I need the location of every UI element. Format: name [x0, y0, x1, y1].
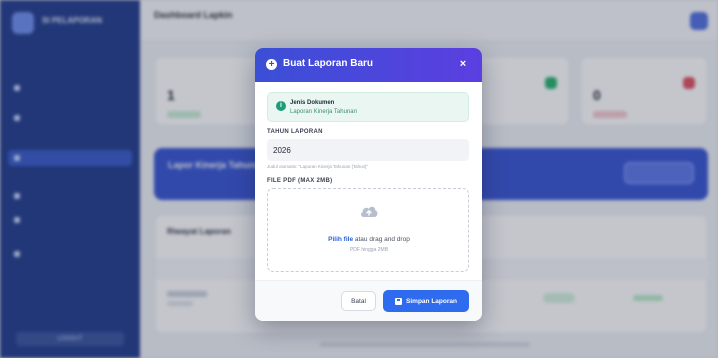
- file-dropzone[interactable]: Pilih file atau drag and drop PDF hingga…: [267, 188, 469, 272]
- info-title: Jenis Dokumen: [290, 100, 335, 106]
- file-label: FILE PDF (MAX 2MB): [267, 178, 333, 184]
- year-input[interactable]: [267, 139, 469, 161]
- modal-header: + Buat Laporan Baru ×: [255, 48, 482, 82]
- dropzone-subtext: PDF hingga 2MB: [349, 247, 389, 253]
- modal-title: Buat Laporan Baru: [283, 58, 374, 69]
- dropzone-text-rest: atau drag and drop: [353, 236, 410, 243]
- save-button-label: Simpan Laporan: [406, 297, 457, 305]
- cloud-upload-icon: [360, 206, 378, 217]
- pick-file-link[interactable]: Pilih file: [328, 236, 353, 243]
- save-report-button[interactable]: Simpan Laporan: [383, 290, 469, 312]
- document-type-info: i Jenis Dokumen Laporan Kinerja Tahunan: [267, 92, 469, 122]
- year-hint: Judul otomatis: "Laporan Kinerja Tahunan…: [267, 164, 368, 169]
- close-icon[interactable]: ×: [456, 57, 470, 71]
- info-value: Laporan Kinerja Tahunan: [290, 109, 357, 115]
- cancel-button[interactable]: Batal: [341, 291, 376, 311]
- modal-footer: Batal Simpan Laporan: [255, 280, 482, 321]
- plus-circle-icon: +: [266, 59, 277, 70]
- info-icon: i: [276, 101, 286, 111]
- save-icon: [395, 297, 403, 305]
- year-label: TAHUN LAPORAN: [267, 129, 323, 135]
- dropzone-text: Pilih file atau drag and drop: [268, 236, 470, 243]
- create-report-modal: + Buat Laporan Baru × i Jenis Dokumen La…: [255, 48, 482, 321]
